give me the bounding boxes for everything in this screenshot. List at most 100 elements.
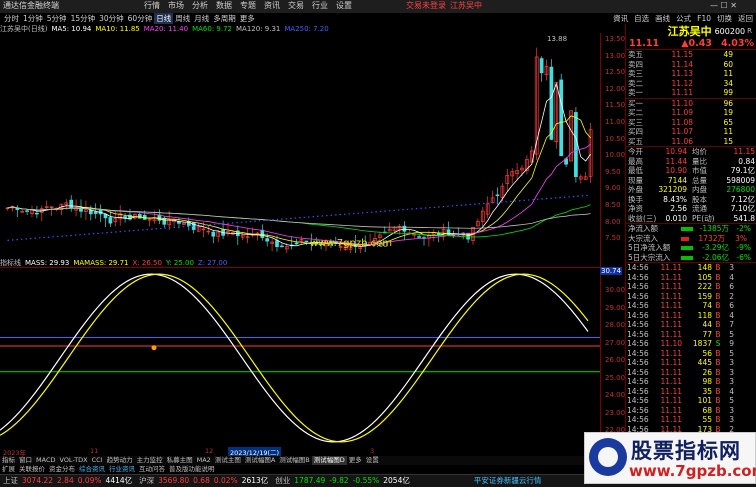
- period-tab-4[interactable]: 30分钟: [97, 13, 126, 24]
- candle-body: [35, 212, 39, 215]
- indicator-tab-6[interactable]: 主力监控: [135, 456, 165, 465]
- price-tick: 11.00: [605, 118, 626, 126]
- tick-row[interactable]: 14:56 11.11 56 B 5: [626, 349, 756, 359]
- tick-price: 11.11: [660, 405, 682, 415]
- period-tab-8[interactable]: 月线: [192, 13, 211, 24]
- period-tab-1[interactable]: 1分钟: [21, 13, 45, 24]
- tick-row[interactable]: 14:56 11.11 44 B 7: [626, 320, 756, 330]
- menu-item[interactable]: 设置: [332, 0, 356, 11]
- site-overlay-text: www.7gpzb.com: [310, 238, 392, 249]
- indicator-tab-5[interactable]: 趋势动力: [105, 456, 135, 465]
- tick-row[interactable]: 14:56 11.10 1837 S 9: [626, 339, 756, 349]
- ext-tab-6[interactable]: 普及版功能说明: [167, 465, 217, 474]
- menu-item[interactable]: 专题: [236, 0, 260, 11]
- period-tab-3[interactable]: 15分钟: [69, 13, 98, 24]
- order-row[interactable]: 买一 11.10 96: [626, 99, 756, 109]
- menu-item[interactable]: 市场: [164, 0, 188, 11]
- tick-time: 14:56: [627, 320, 649, 329]
- tick-price: 11.11: [660, 367, 682, 377]
- indicator-tab-10[interactable]: 测试幅图A: [243, 456, 277, 465]
- order-row[interactable]: 卖二 11.12 34: [626, 79, 756, 89]
- indicator-tab-3[interactable]: VOL-TDX: [57, 456, 89, 465]
- flow-label: 净流入额: [628, 224, 658, 233]
- kline-chart[interactable]: 13.887.00: [0, 33, 600, 253]
- index-name[interactable]: 沪深: [139, 475, 154, 487]
- indicator-tab-0[interactable]: 指标: [0, 456, 17, 465]
- indicator-tab-1[interactable]: 窗口: [17, 456, 34, 465]
- tick-row[interactable]: 14:56 11.11 55 B 3: [626, 415, 756, 425]
- tick-row[interactable]: 14:56 11.11 77 B 5: [626, 330, 756, 340]
- menu-item[interactable]: 资讯: [260, 0, 284, 11]
- indicator-tab-8[interactable]: MA2: [195, 456, 213, 465]
- tick-row[interactable]: 14:56 11.11 148 B 3: [626, 263, 756, 273]
- indicator-tab-11[interactable]: 测试幅图B: [277, 456, 311, 465]
- menu-item[interactable]: 行业: [308, 0, 332, 11]
- tool-button-5[interactable]: 切换: [714, 13, 735, 24]
- indicator-tab-14[interactable]: 设置: [364, 456, 381, 465]
- candle-body: [25, 210, 29, 212]
- tool-button-1[interactable]: 自选: [631, 13, 652, 24]
- tick-row[interactable]: 14:56 11.11 159 B 2: [626, 292, 756, 302]
- tick-row[interactable]: 14:56 11.11 222 B 6: [626, 282, 756, 292]
- indicator-tab-9[interactable]: 测试主图: [213, 456, 243, 465]
- period-tab-2[interactable]: 5分钟: [45, 13, 69, 24]
- order-row[interactable]: 买二 11.09 19: [626, 108, 756, 118]
- tick-list[interactable]: 14:56 11.11 148 B 3 14:56 11.11 105 B 4 14:56 11.11…: [626, 263, 756, 453]
- order-row[interactable]: 买三 11.08 65: [626, 118, 756, 128]
- ext-tab-2[interactable]: 资金分布: [47, 465, 77, 474]
- period-tab-9[interactable]: 多周期: [211, 13, 238, 24]
- indicator-tab-12[interactable]: 测试幅图D: [311, 456, 347, 465]
- period-bar: 分时 1分钟 5分钟 15分钟 30分钟 60分钟 日线 周线 月线 多周期 更多: [2, 13, 257, 24]
- order-level: 卖四: [628, 59, 643, 69]
- tick-row[interactable]: 14:56 11.11 101 B 5: [626, 396, 756, 406]
- menu-item[interactable]: 行情: [140, 0, 164, 11]
- flow-pct: -6%: [736, 252, 751, 262]
- indicator-tab-4[interactable]: CCI: [90, 456, 105, 465]
- stat-key: 换手: [628, 194, 643, 204]
- tick-row[interactable]: 14:56 11.11 118 B 4: [626, 311, 756, 321]
- ma-line: [7, 115, 591, 246]
- tick-row[interactable]: 14:56 11.11 98 B 3: [626, 377, 756, 387]
- indicator-tab-2[interactable]: MACD: [34, 456, 57, 465]
- menu-item[interactable]: 分析: [188, 0, 212, 11]
- order-row[interactable]: 卖一 11.11 99: [626, 88, 756, 98]
- order-row[interactable]: 买四 11.07 11: [626, 127, 756, 137]
- flow-value: -2.06亿: [702, 252, 729, 262]
- ext-tab-4[interactable]: 行业资讯: [107, 465, 137, 474]
- tick-time: 14:56: [627, 291, 649, 301]
- tool-button-0[interactable]: 資讯: [610, 13, 631, 24]
- ma-line: [7, 143, 591, 245]
- index-name[interactable]: 上证: [3, 475, 18, 487]
- period-tab-7[interactable]: 周线: [173, 13, 192, 24]
- tick-row[interactable]: 14:56 11.11 26 B 3: [626, 368, 756, 378]
- indicator-tab-7[interactable]: 私募主图: [165, 456, 195, 465]
- candle-body: [162, 217, 167, 225]
- order-row[interactable]: 买五 11.06 15: [626, 137, 756, 147]
- tick-row[interactable]: 14:56 11.11 68 B 3: [626, 406, 756, 416]
- period-tab-10[interactable]: 更多: [238, 13, 257, 24]
- order-row[interactable]: 卖三 11.13 11: [626, 69, 756, 79]
- tick-row[interactable]: 14:56 11.11 445 B 3: [626, 358, 756, 368]
- period-tab-5[interactable]: 60分钟: [126, 13, 155, 24]
- menu-item[interactable]: 交易: [284, 0, 308, 11]
- tick-row[interactable]: 14:56 11.11 74 B 6: [626, 301, 756, 311]
- tick-row[interactable]: 14:56 11.11 105 B 4: [626, 273, 756, 283]
- indicator-tab-13[interactable]: 更多: [347, 456, 364, 465]
- period-tab-0[interactable]: 分时: [2, 13, 21, 24]
- indicator-tab-bar: 指标 窗口 MACD VOL-TDX CCI 趋势动力 主力监控 私募主图 MA2 测试主图 测试幅…: [0, 456, 600, 465]
- ind-tick: 29.00: [605, 303, 626, 312]
- menu-item[interactable]: 数据: [212, 0, 236, 11]
- tick-volume: 148: [697, 263, 712, 272]
- indicator-chart[interactable]: [0, 267, 600, 447]
- ma-line: [7, 82, 591, 247]
- tick-row[interactable]: 14:56 11.11 35 B 4: [626, 387, 756, 397]
- ext-tab-5[interactable]: 互动问答: [137, 465, 167, 474]
- order-row[interactable]: 卖五 11.15 49: [626, 50, 756, 60]
- period-tab-6[interactable]: 日线: [154, 13, 174, 24]
- ext-tab-1[interactable]: 关联报价: [17, 465, 47, 474]
- tool-button-6[interactable]: 返回: [735, 13, 756, 24]
- index-name[interactable]: 创业: [275, 475, 290, 487]
- ext-tab-3[interactable]: 综合资讯: [77, 465, 107, 474]
- ext-tab-0[interactable]: 扩展: [0, 465, 17, 474]
- order-row[interactable]: 卖四 11.14 60: [626, 60, 756, 70]
